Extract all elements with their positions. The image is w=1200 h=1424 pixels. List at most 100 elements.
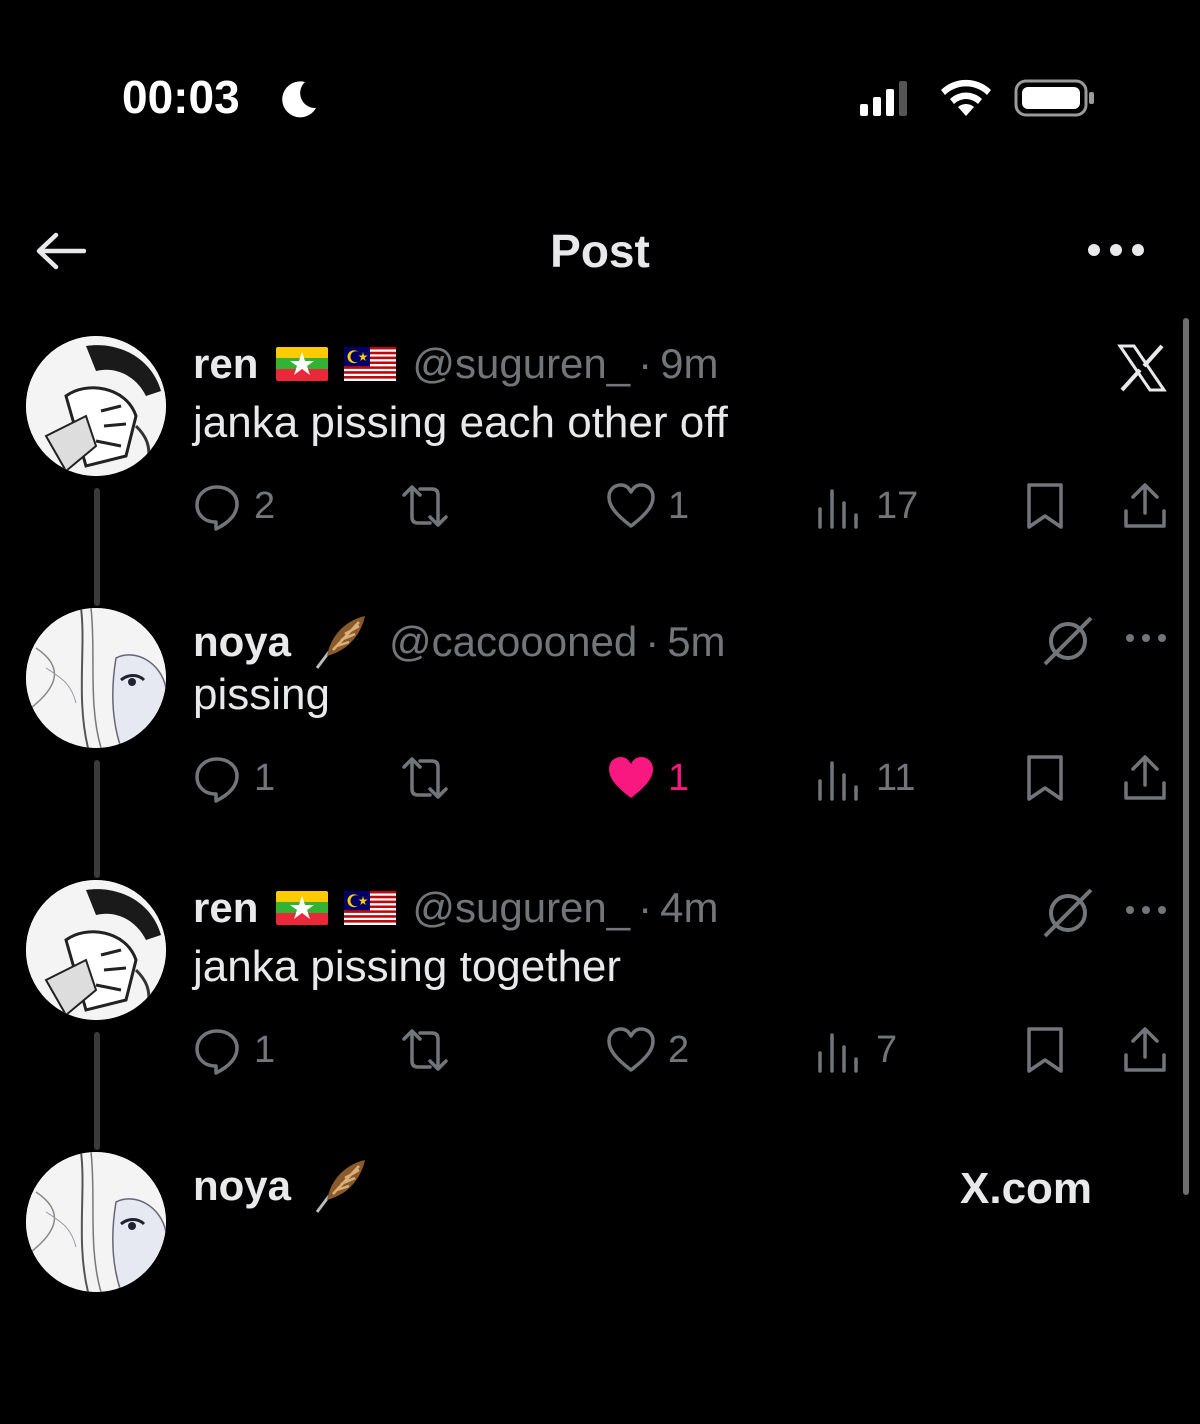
post-timestamp[interactable]: 4m <box>660 884 718 932</box>
ren-avatar-art <box>26 880 166 1020</box>
ren-avatar[interactable] <box>26 880 166 1020</box>
myanmar-flag <box>276 347 329 381</box>
reply-icon <box>195 757 239 803</box>
noya-avatar[interactable] <box>26 608 166 748</box>
liked-heart-icon <box>609 757 653 798</box>
views-icon <box>818 1033 858 1073</box>
view-count: 17 <box>876 484 919 527</box>
reply-icon <box>195 485 239 531</box>
page-title: Post <box>550 225 650 277</box>
post-timestamp[interactable]: 5m <box>667 618 725 666</box>
share-icon <box>1124 755 1166 800</box>
repost-icon <box>402 485 448 527</box>
author-handle[interactable]: @cacoooned <box>389 618 637 666</box>
share-button[interactable] <box>1118 1020 1180 1080</box>
post-header: ren @suguren_ · 9m <box>193 340 719 388</box>
like-count: 1 <box>668 756 690 799</box>
views-button[interactable]: 11 <box>812 748 915 808</box>
feather-emoji <box>315 616 366 669</box>
reply-button[interactable]: 2 <box>190 476 275 536</box>
partial-x-com-label: X.com <box>960 1164 1093 1213</box>
share-icon <box>1124 483 1166 528</box>
status-time: 00:03 <box>122 71 240 123</box>
author-name[interactable]: ren <box>193 884 258 932</box>
bookmark-button[interactable] <box>1018 1020 1080 1080</box>
replie-count: 1 <box>254 756 276 799</box>
malaysia-flag <box>344 891 397 925</box>
noya-avatar-art <box>26 608 166 748</box>
author-handle[interactable]: @suguren_ <box>412 884 630 932</box>
separator-dot: · <box>645 618 660 665</box>
like-count: 1 <box>668 484 690 527</box>
post-text: pissing <box>193 670 330 719</box>
wifi-icon <box>941 79 991 116</box>
thread-connector-line <box>94 1032 100 1150</box>
post-more-options-icon[interactable] <box>1124 902 1168 918</box>
post-actions: 1 2 7 <box>190 1020 1180 1080</box>
post-header: noya @cacoooned · 5m <box>193 612 726 672</box>
heart-icon <box>607 483 655 528</box>
bookmark-button[interactable] <box>1018 476 1080 536</box>
share-button[interactable] <box>1118 476 1180 536</box>
replie-count: 2 <box>254 484 276 527</box>
feather-emoji <box>315 1160 366 1213</box>
x-logo-icon[interactable] <box>1116 342 1168 394</box>
post-item[interactable]: ren @suguren_ · 4m janka pissing together 1 2 7 <box>0 880 1200 1152</box>
share-button[interactable] <box>1118 748 1180 808</box>
views-button[interactable]: 17 <box>812 476 918 536</box>
post-actions: 1 1 11 <box>190 748 1180 808</box>
noya-avatar[interactable] <box>26 1152 166 1292</box>
thread-connector-line <box>94 488 100 606</box>
repost-icon <box>402 1029 448 1071</box>
bookmark-button[interactable] <box>1018 748 1080 808</box>
grok-icon[interactable] <box>1040 614 1096 668</box>
like-button[interactable]: 2 <box>604 1020 689 1080</box>
repost-button[interactable] <box>398 748 462 808</box>
post-item[interactable]: noya @cacoooned · 5m pissing 1 1 11 <box>0 608 1200 880</box>
reply-button[interactable]: 1 <box>190 1020 275 1080</box>
post-item[interactable]: noya X.com <box>0 1152 1200 1424</box>
thread-connector-line <box>94 760 100 878</box>
author-name[interactable]: noya <box>193 618 291 666</box>
author-name[interactable]: ren <box>193 340 258 388</box>
views-button[interactable]: 7 <box>812 1020 897 1080</box>
post-text: janka pissing together <box>193 942 622 991</box>
view-count: 7 <box>876 1028 898 1071</box>
view-count: 11 <box>876 756 916 799</box>
post-item[interactable]: ren @suguren_ · 9m janka pissing each other … <box>0 336 1200 608</box>
separator-dot: · <box>638 340 653 387</box>
views-icon <box>818 489 858 529</box>
author-name[interactable]: noya <box>193 1162 291 1210</box>
cellular-signal-icon <box>860 81 907 116</box>
repost-button[interactable] <box>398 1020 462 1080</box>
repost-button[interactable] <box>398 476 462 536</box>
post-header: noya <box>193 1156 389 1216</box>
separator-dot: · <box>638 884 653 931</box>
post-text: janka pissing each other off <box>193 398 728 447</box>
ren-avatar-art <box>26 336 166 476</box>
malaysia-flag <box>344 347 397 381</box>
post-timestamp[interactable]: 9m <box>660 340 718 388</box>
more-options-icon[interactable] <box>1086 240 1146 260</box>
replie-count: 1 <box>254 1028 276 1071</box>
reply-button[interactable]: 1 <box>190 748 275 808</box>
ren-avatar[interactable] <box>26 336 166 476</box>
reply-icon <box>195 1029 239 1075</box>
myanmar-flag <box>276 891 329 925</box>
grok-icon[interactable] <box>1040 886 1096 940</box>
bookmark-icon <box>1027 1027 1063 1073</box>
like-button[interactable]: 1 <box>604 748 689 808</box>
post-header: ren @suguren_ · 4m <box>193 884 719 932</box>
repost-icon <box>402 757 448 799</box>
moon-icon <box>282 81 316 118</box>
bookmark-icon <box>1027 483 1063 529</box>
views-icon <box>818 761 858 801</box>
share-icon <box>1124 1027 1166 1072</box>
post-more-options-icon[interactable] <box>1124 630 1168 646</box>
post-actions: 2 1 17 <box>190 476 1180 536</box>
top-navigation: Post <box>0 210 1200 300</box>
author-handle[interactable]: @suguren_ <box>412 340 630 388</box>
like-button[interactable]: 1 <box>604 476 689 536</box>
bookmark-icon <box>1027 755 1063 801</box>
like-count: 2 <box>668 1028 690 1071</box>
